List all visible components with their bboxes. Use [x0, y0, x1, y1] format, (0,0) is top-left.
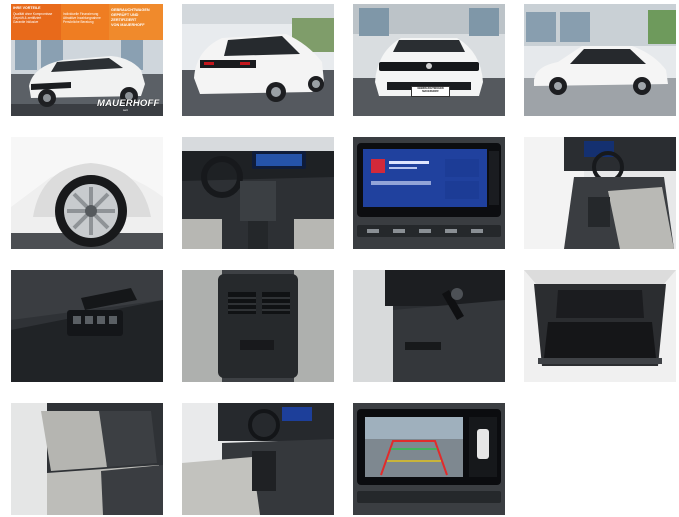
photo-rear-camera[interactable] [353, 403, 505, 515]
dealer-promo-banner: IHRE VORTEILE Qualität ohne Kompromisse … [11, 4, 163, 40]
rear-camera-image [353, 403, 505, 515]
car-front-image [353, 4, 505, 116]
trunk-image [524, 270, 676, 382]
car-rear-image [182, 4, 334, 116]
photo-door-controls[interactable] [11, 270, 163, 382]
banner-right-text: GEBRAUCHTWAGEN GEPRÜFT UND ZERTIFIZIERT … [111, 8, 150, 27]
door-controls-image [11, 270, 163, 382]
photo-dashboard[interactable] [182, 137, 334, 249]
photo-rear-three-quarter[interactable] [182, 4, 334, 116]
license-plate-text: GEBRAUCHTWAGEN MAUERHOFF [417, 87, 444, 93]
photo-steering-column[interactable] [353, 270, 505, 382]
infotainment-image [353, 137, 505, 249]
rear-vents-image [182, 270, 334, 382]
photo-rear-seats[interactable] [11, 403, 163, 515]
photo-wheel-closeup[interactable] [11, 137, 163, 249]
photo-passenger-interior[interactable] [182, 403, 334, 515]
license-plate-sign: GEBRAUCHTWAGEN MAUERHOFF [411, 86, 450, 97]
banner-mid-text: Individuelle Finanzierung Attraktive Inz… [63, 12, 101, 24]
photo-trunk[interactable] [524, 270, 676, 382]
photo-rear-vents[interactable] [182, 270, 334, 382]
photo-front-three-quarter[interactable]: IHRE VORTEILE Qualität ohne Kompromisse … [11, 4, 163, 116]
car-side-image [524, 4, 676, 116]
passenger-interior-image [182, 403, 334, 515]
dealer-logo-sub: seit [123, 108, 128, 112]
banner-heading: IHRE VORTEILE [13, 6, 41, 10]
empty-grid-cell [524, 403, 676, 515]
wheel-image [11, 137, 163, 249]
photo-infotainment[interactable] [353, 137, 505, 249]
dealer-logo: MAUERHOFF [97, 98, 160, 109]
banner-left-text: Qualität ohne Kompromisse Geprüft & zert… [13, 12, 53, 24]
photo-front-seats[interactable] [524, 137, 676, 249]
photo-gallery: IHRE VORTEILE Qualität ohne Kompromisse … [11, 4, 676, 516]
front-seats-image [524, 137, 676, 249]
photo-front-view[interactable]: GEBRAUCHTWAGEN MAUERHOFF [353, 4, 505, 116]
steering-column-image [353, 270, 505, 382]
photo-side-view[interactable] [524, 4, 676, 116]
dashboard-image [182, 137, 334, 249]
rear-seats-image [11, 403, 163, 515]
